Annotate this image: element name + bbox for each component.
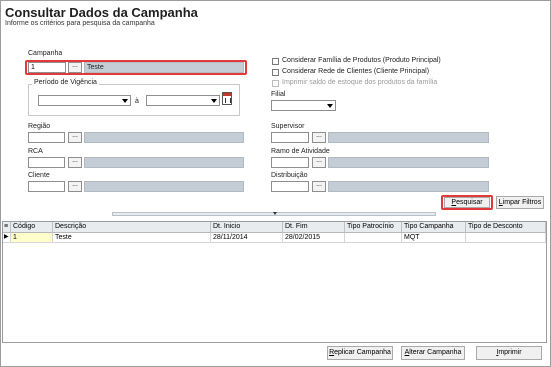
periodo-separator: à (135, 98, 139, 105)
cell-descricao[interactable]: Teste (53, 233, 211, 243)
grid-header-indicator: ≡ (3, 222, 11, 233)
rede-label: Considerar Rede de Clientes (Cliente Pri… (282, 68, 430, 75)
cell-dt-inicio[interactable]: 28/11/2014 (211, 233, 283, 243)
col-tipo-patrocinio[interactable]: Tipo Patrocínio (345, 222, 402, 233)
familia-checkbox[interactable] (272, 58, 279, 65)
cliente-code-input[interactable] (28, 181, 65, 192)
distribuicao-lookup-button[interactable]: ... (312, 181, 326, 192)
cliente-label: Cliente (28, 172, 50, 179)
results-grid[interactable]: ≡ Código Descrição Dt. Inicio Dt. Fim Ti… (2, 221, 547, 343)
supervisor-name-field (328, 132, 489, 143)
filial-label: Filial (271, 91, 286, 98)
campanha-lookup-button[interactable]: ... (68, 62, 82, 73)
cliente-lookup-button[interactable]: ... (68, 181, 82, 192)
rca-code-input[interactable] (28, 157, 65, 168)
familia-label: Considerar Família de Produtos (Produto … (282, 57, 441, 64)
distribuicao-name-field (328, 181, 489, 192)
ramo-name-field (328, 157, 489, 168)
col-tipo-desconto[interactable]: Tipo de Desconto (466, 222, 546, 233)
campanha-code-input[interactable]: 1 (28, 62, 66, 73)
saldo-label: Imprimir saldo de estoque dos produtos d… (282, 79, 438, 86)
periodo-label: Período de Vigência (32, 79, 99, 86)
cell-tipo-desconto[interactable] (466, 233, 546, 243)
ramo-code-input[interactable] (271, 157, 309, 168)
page-title: Consultar Dados da Campanha (5, 5, 198, 20)
distribuicao-code-input[interactable] (271, 181, 309, 192)
chevron-down-icon (211, 99, 217, 103)
col-codigo[interactable]: Código (11, 222, 53, 233)
replicar-campanha-button[interactable]: Replicar Campanha (327, 346, 393, 360)
cell-dt-fim[interactable]: 28/02/2015 (283, 233, 345, 243)
col-dt-fim[interactable]: Dt. Fim (283, 222, 345, 233)
ramo-label: Ramo de Atividade (271, 148, 330, 155)
pesquisar-button[interactable]: Pesquisar (444, 197, 490, 208)
saldo-checkbox[interactable] (272, 80, 279, 87)
distribuicao-label: Distribuição (271, 172, 308, 179)
filial-select[interactable] (271, 100, 336, 111)
regiao-label: Região (28, 123, 51, 130)
rede-checkbox[interactable] (272, 69, 279, 76)
regiao-name-field (84, 132, 244, 143)
periodo-end-date[interactable] (146, 95, 220, 106)
campanha-name-field: Teste (84, 62, 244, 73)
calendar-icon[interactable] (222, 92, 232, 105)
regiao-lookup-button[interactable]: ... (68, 132, 82, 143)
imprimir-button[interactable]: Imprimir (476, 346, 542, 360)
supervisor-lookup-button[interactable]: ... (312, 132, 326, 143)
ramo-lookup-button[interactable]: ... (312, 157, 326, 168)
chevron-down-icon (327, 104, 333, 108)
rca-lookup-button[interactable]: ... (68, 157, 82, 168)
cliente-name-field (84, 181, 244, 192)
campanha-label: Campanha (28, 50, 63, 57)
rca-label: RCA (28, 148, 43, 155)
cell-tipo-patrocinio[interactable] (345, 233, 402, 243)
cell-tipo-campanha[interactable]: MQT (402, 233, 466, 243)
cell-codigo[interactable]: 1 (11, 233, 53, 243)
row-pointer-icon: ▶ (3, 233, 11, 243)
alterar-campanha-button[interactable]: Alterar Campanha (401, 346, 465, 360)
col-tipo-campanha[interactable]: Tipo Campanha (402, 222, 466, 233)
chevron-down-icon (122, 99, 128, 103)
rca-name-field (84, 157, 244, 168)
supervisor-code-input[interactable] (271, 132, 309, 143)
col-descricao[interactable]: Descrição (53, 222, 211, 233)
regiao-code-input[interactable] (28, 132, 65, 143)
chevron-down-icon (273, 212, 277, 215)
periodo-start-date[interactable] (38, 95, 131, 106)
col-dt-inicio[interactable]: Dt. Inicio (211, 222, 283, 233)
supervisor-label: Supervisor (271, 123, 305, 130)
page-subtitle: Informe os critérios para pesquisa da ca… (5, 20, 155, 27)
limpar-filtros-button[interactable]: Limpar Filtros (496, 196, 544, 209)
